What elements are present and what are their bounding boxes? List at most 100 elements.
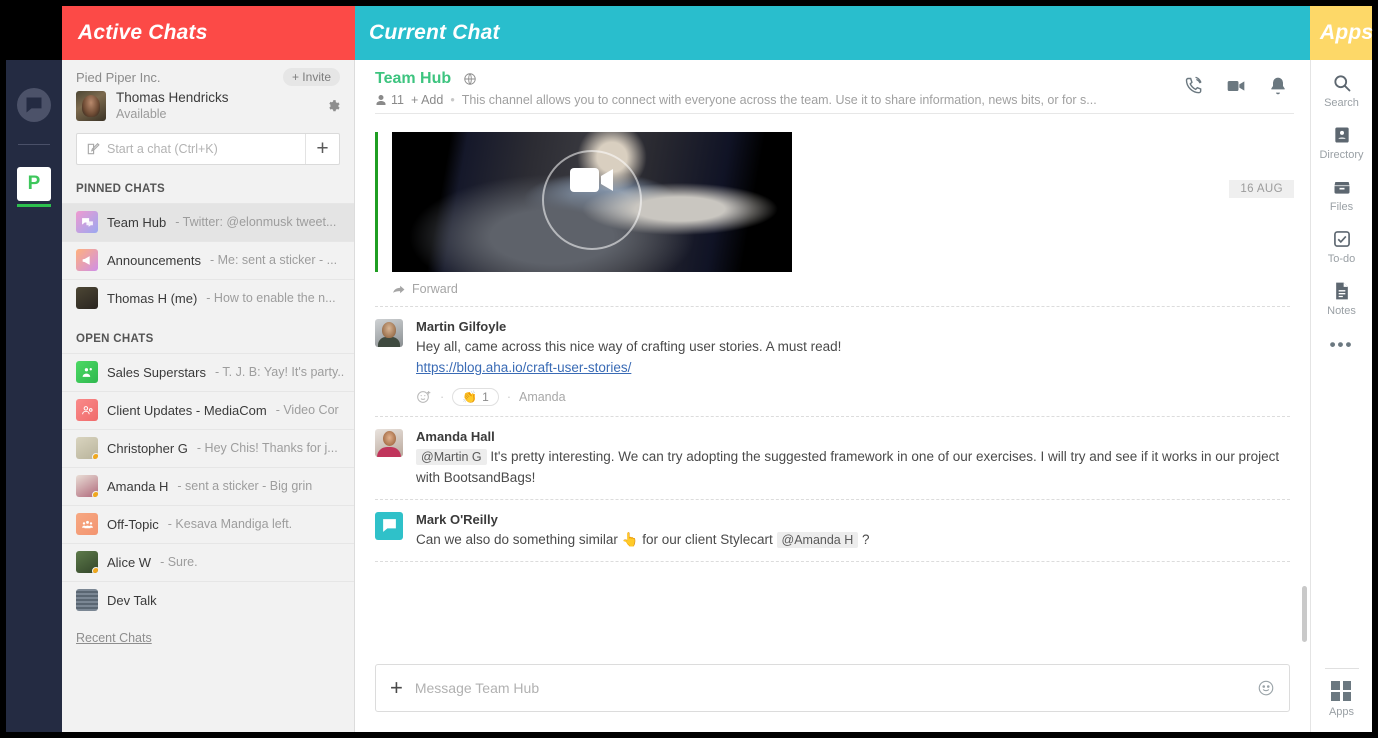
chat-list-item[interactable]: Client Updates - MediaCom - Video Cor <box>62 390 354 429</box>
invite-button[interactable]: + Invite <box>282 68 340 86</box>
message-item: Martin Gilfoyle Hey all, came across thi… <box>355 307 1310 416</box>
apps-item-notes[interactable]: Notes <box>1311 268 1372 320</box>
reaction-who: Amanda <box>518 389 566 404</box>
chat-list-item[interactable]: Amanda H - sent a sticker - Big grin <box>62 466 354 505</box>
chat-list-item-name: Christopher G <box>107 440 188 456</box>
reaction-row: · 👏 1 · Amanda <box>416 387 1290 406</box>
presence-indicator <box>92 491 98 497</box>
chat-list-panel: Pied Piper Inc. + Invite Thomas Hendrick… <box>62 60 355 732</box>
message-author: Martin Gilfoyle <box>416 319 507 334</box>
message-item: Amanda Hall @Martin G It's pretty intere… <box>355 417 1310 499</box>
chat-list-item[interactable]: Christopher G - Hey Chis! Thanks for j... <box>62 428 354 467</box>
chat-list-item-preview: - Hey Chis! Thanks for j... <box>196 441 338 455</box>
channel-title[interactable]: Team Hub <box>375 70 451 88</box>
notes-icon <box>1335 282 1348 300</box>
message-author: Amanda Hall <box>416 428 495 444</box>
apps-item-label: Files <box>1329 201 1354 213</box>
message-text-after: ? <box>862 531 870 547</box>
chat-list-item[interactable]: Dev Talk <box>62 580 354 619</box>
rail-team-tile[interactable]: P <box>6 167 62 207</box>
recent-chats-link[interactable]: Recent Chats <box>62 619 354 657</box>
message-divider <box>375 560 1290 562</box>
member-count[interactable]: 11 <box>375 93 404 107</box>
chat-list-item-preview: - sent a sticker - Big grin <box>177 479 313 493</box>
video-thumbnail[interactable] <box>392 132 792 272</box>
attachment-accent-bar <box>375 132 378 272</box>
forward-action[interactable]: Forward <box>355 272 1310 306</box>
banner-current-chat: Current Chat <box>355 6 1310 60</box>
message-list[interactable]: Forward Martin Gilfoyle Hey all, came ac… <box>355 120 1310 642</box>
search-input[interactable] <box>107 141 305 156</box>
avatar[interactable] <box>375 511 403 540</box>
presence-indicator <box>92 453 98 459</box>
message-link[interactable]: https://blog.aha.io/craft-user-stories/ <box>416 360 631 375</box>
grid-icon <box>1331 681 1352 701</box>
checkbox-icon <box>1333 231 1350 247</box>
mention-chip[interactable]: @Martin G <box>416 448 487 465</box>
video-icon[interactable] <box>1226 76 1246 96</box>
smiley-icon[interactable] <box>1257 679 1275 697</box>
bell-icon[interactable] <box>1268 76 1288 96</box>
message-scrollbar[interactable] <box>1302 586 1307 642</box>
apps-item-label: To-do <box>1327 253 1356 265</box>
chat-list-item[interactable]: Announcements - Me: sent a sticker - ... <box>62 240 354 279</box>
apps-item-directory[interactable]: Directory <box>1311 112 1372 164</box>
chat-list-item-name: Amanda H <box>107 478 169 494</box>
chat-list-item-name: Alice W <box>107 554 152 570</box>
megaphone-icon <box>76 249 98 271</box>
reaction-pill[interactable]: 👏 1 <box>452 387 499 406</box>
message-text: Hey all, came across this nice way of cr… <box>416 339 842 354</box>
add-member-button[interactable]: + Add <box>411 93 443 107</box>
reaction-emoji: 👏 <box>462 389 478 404</box>
chat-list-item-preview: - Twitter: @elonmusk tweet... <box>175 215 337 229</box>
chat-bubble-icon[interactable] <box>17 88 51 122</box>
chat-list-item[interactable]: Alice W - Sure. <box>62 542 354 581</box>
pinned-chats-list: Team Hub - Twitter: @elonmusk tweet... Ann… <box>62 202 354 317</box>
message-composer: + <box>375 664 1290 712</box>
avatar <box>76 437 98 459</box>
chat-list-item[interactable]: Off-Topic - Kesava Mandiga left. <box>62 504 354 543</box>
apps-bottom-label: Apps <box>1328 706 1355 718</box>
team-initial: P <box>17 167 51 201</box>
chat-list-item-preview: - Sure. <box>160 555 198 569</box>
new-chat-button[interactable]: + <box>305 133 339 164</box>
call-icon[interactable] <box>1184 76 1204 96</box>
chat-list-item-name: Announcements <box>107 252 201 268</box>
avatar[interactable] <box>375 428 403 457</box>
pinned-chats-label: PINNED CHATS <box>76 182 166 195</box>
globe-icon <box>463 72 477 86</box>
current-user-name: Thomas Hendricks <box>116 90 229 105</box>
rail-divider <box>18 144 50 145</box>
message-attachment: Forward <box>355 120 1310 307</box>
banner-active-chats: Active Chats <box>62 6 355 60</box>
mention-chip[interactable]: @Amanda H <box>776 531 859 548</box>
current-user-status: Available <box>116 106 167 121</box>
apps-bottom-button[interactable]: Apps <box>1329 669 1354 732</box>
app-window: Active Chats Current Chat Apps P Pied Pi… <box>0 0 1378 738</box>
message-text: It's pretty interesting. We can try adop… <box>416 448 1280 485</box>
message-input[interactable] <box>414 680 1257 696</box>
apps-item-search[interactable]: Search <box>1311 60 1372 112</box>
chat-list-item[interactable]: Thomas H (me) - How to enable the n... <box>62 278 354 317</box>
avatar[interactable] <box>375 319 403 347</box>
gear-icon[interactable] <box>326 99 340 113</box>
composer-area: + <box>355 650 1310 732</box>
banner-active-chats-label: Active Chats <box>78 21 208 44</box>
open-chats-label: OPEN CHATS <box>76 332 154 345</box>
add-reaction-icon[interactable] <box>416 389 432 405</box>
current-user-row[interactable]: Thomas Hendricks Available <box>62 88 354 133</box>
chat-list-item-name: Off-Topic <box>107 516 159 532</box>
pattern-icon <box>76 589 98 611</box>
apps-item-files[interactable]: Files <box>1311 164 1372 216</box>
ellipsis-icon[interactable]: ••• <box>1330 320 1354 353</box>
conversation-panel: Team Hub 11 + Add • This channel allows … <box>355 60 1310 732</box>
header-separator: • <box>450 93 455 107</box>
message-text-mid: for our client Stylecart <box>642 531 773 547</box>
team-active-indicator <box>17 204 51 207</box>
attach-button[interactable]: + <box>390 677 403 699</box>
chat-list-item[interactable]: Team Hub - Twitter: @elonmusk tweet... <box>62 202 354 241</box>
banner-current-chat-label: Current Chat <box>369 21 500 44</box>
chat-list-item[interactable]: Sales Superstars - T. J. B: Yay! It's par… <box>62 352 354 391</box>
apps-item-todo[interactable]: To-do <box>1311 216 1372 268</box>
group-chat-icon <box>76 211 98 233</box>
